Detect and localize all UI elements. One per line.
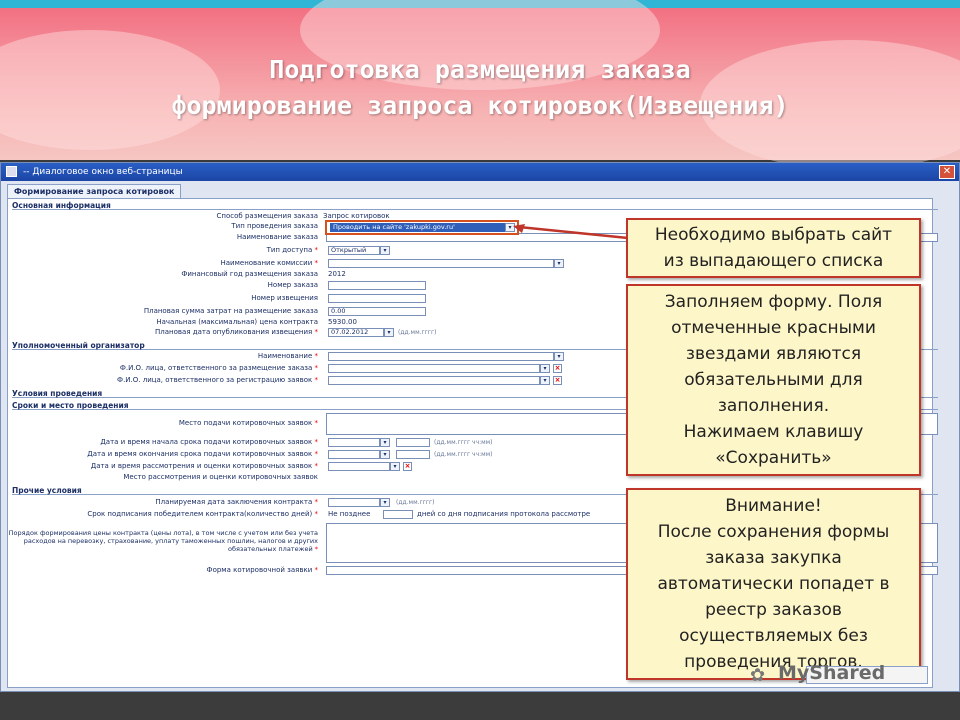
sign-days-field[interactable]: [383, 510, 413, 519]
access-label: Тип доступа *: [266, 246, 318, 254]
clear-icon[interactable]: ×: [553, 364, 562, 373]
notice-no-label: Номер извещения: [251, 294, 318, 302]
resp-register-select[interactable]: [328, 376, 540, 385]
commission-select[interactable]: [328, 259, 554, 268]
submit-end-label: Дата и время окончания срока подачи коти…: [87, 450, 318, 458]
submit-start-time[interactable]: [396, 438, 430, 447]
place-label: Место подачи котировочных заявок *: [178, 419, 318, 427]
calendar-dropdown-icon[interactable]: ▾: [380, 450, 390, 459]
date-hint: (дд.мм.гггг): [396, 499, 435, 506]
commission-label: Наименование комиссии *: [220, 259, 319, 267]
site-select[interactable]: Проводить на сайте 'zakupki.gov.ru': [330, 223, 506, 232]
date-hint: (дд.мм.гггг): [398, 329, 437, 336]
callout-warning: Внимание! После сохранения формы заказа …: [626, 488, 921, 680]
commission-dropdown-icon[interactable]: ▾: [554, 259, 564, 268]
access-select[interactable]: Открытый: [328, 246, 380, 255]
access-dropdown-icon[interactable]: ▾: [380, 246, 390, 255]
type-label: Тип проведения заказа: [231, 222, 318, 230]
resp-placement-select[interactable]: [328, 364, 540, 373]
start-price-value: 5930.00: [328, 318, 357, 326]
site-select-highlight: Проводить на сайте 'zakupki.gov.ru' ▾: [325, 220, 519, 235]
order-name-label: Наименование заказа: [236, 233, 318, 241]
window-icon: [6, 166, 17, 177]
review-label: Дата и время рассмотрения и оценки котир…: [90, 462, 318, 470]
resp-placement-label: Ф.И.О. лица, ответственного за размещени…: [119, 364, 318, 372]
calendar-dropdown-icon[interactable]: ▾: [384, 328, 394, 337]
clear-icon[interactable]: ×: [553, 376, 562, 385]
window-titlebar: -- Диалоговое окно веб-страницы ✕: [1, 163, 959, 181]
slide-title: Подготовка размещения заказа формировани…: [0, 52, 960, 124]
planned-sum-field[interactable]: 0.00: [328, 307, 426, 316]
resp-register-dropdown-icon[interactable]: ▾: [540, 376, 550, 385]
submit-start-date[interactable]: [328, 438, 380, 447]
submit-start-label: Дата и время начала срока подачи котиров…: [100, 438, 318, 446]
window-title: -- Диалоговое окно веб-страницы: [23, 167, 183, 177]
calendar-dropdown-icon[interactable]: ▾: [380, 498, 390, 507]
year-value: 2012: [328, 270, 346, 278]
callout-fill-form: Заполняем форму. Поля отмеченные красным…: [626, 284, 921, 476]
datetime-hint: (дд.мм.гггг чч:мм): [434, 439, 493, 446]
resp-placement-dropdown-icon[interactable]: ▾: [540, 364, 550, 373]
clear-icon[interactable]: ×: [403, 462, 412, 471]
org-name-select[interactable]: [328, 352, 554, 361]
review-place-label: Место рассмотрения и оценки котировочных…: [123, 473, 318, 481]
review-dropdown-icon[interactable]: ▾: [390, 462, 400, 471]
price-order-label: Порядок формирования цены контракта (цен…: [8, 529, 318, 553]
start-price-label: Начальная (максимальная) цена контракта: [156, 318, 318, 326]
slide-title-line1: Подготовка размещения заказа: [269, 55, 691, 84]
org-name-label: Наименование *: [257, 352, 318, 360]
watermark-logo-icon: ✿: [750, 665, 766, 686]
datetime-hint: (дд.мм.гггг чч:мм): [434, 451, 493, 458]
close-button[interactable]: ✕: [939, 165, 955, 179]
section-main-info: Основная информация: [12, 201, 938, 210]
planned-sum-label: Плановая сумма затрат на размещение зака…: [143, 307, 318, 315]
callout-select-site: Необходимо выбрать сайт из выпадающего с…: [626, 218, 921, 278]
notice-no-field[interactable]: [328, 294, 426, 303]
order-no-label: Номер заказа: [267, 281, 318, 289]
not-later-text: Не позднее: [328, 510, 371, 518]
tab-quote-request[interactable]: Формирование запроса котировок: [7, 184, 182, 198]
order-no-field[interactable]: [328, 281, 426, 290]
contract-date-field[interactable]: [328, 498, 380, 507]
pub-date-field[interactable]: 07.02.2012: [328, 328, 384, 337]
method-label: Способ размещения заказа: [216, 212, 318, 220]
contract-date-label: Планируемая дата заключения контракта *: [155, 498, 318, 506]
sign-term-label: Срок подписания победителем контракта(ко…: [87, 510, 318, 518]
submit-end-time[interactable]: [396, 450, 430, 459]
pub-date-label: Плановая дата опубликования извещения *: [155, 328, 318, 336]
slide-title-line2: формирование запроса котировок(Извещения…: [171, 91, 789, 120]
org-dropdown-icon[interactable]: ▾: [554, 352, 564, 361]
resp-register-label: Ф.И.О. лица, ответственного за регистрац…: [117, 376, 318, 384]
watermark: MyShared: [778, 662, 886, 684]
submit-end-date[interactable]: [328, 450, 380, 459]
review-date[interactable]: [328, 462, 390, 471]
quote-form-label: Форма котировочной заявки *: [206, 566, 318, 574]
bottom-bar: [0, 692, 960, 720]
pointer-arrow: [513, 224, 628, 240]
calendar-dropdown-icon[interactable]: ▾: [380, 438, 390, 447]
year-label: Финансовый год размещения заказа: [181, 270, 318, 278]
